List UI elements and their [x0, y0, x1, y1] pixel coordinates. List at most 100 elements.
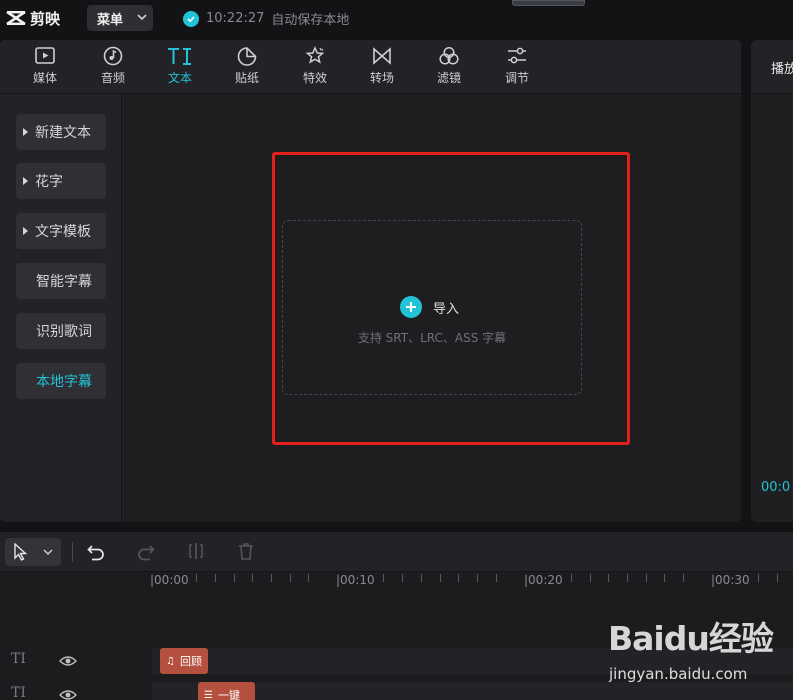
ruler-tick — [777, 574, 778, 582]
ruler-tick — [215, 574, 216, 582]
expand-triangle-icon — [23, 177, 28, 185]
ruler-tick — [196, 574, 197, 582]
ruler-tick — [234, 574, 235, 582]
sidebar-item-new-text[interactable]: 新建文本 — [16, 114, 106, 150]
baidu-jingyan-watermark: Baidu经验 jingyan.baidu.com — [608, 612, 793, 684]
sidebar-item-label: 新建文本 — [35, 125, 91, 141]
subtitle-icon: ☰ — [204, 689, 213, 700]
sidebar-item-label: 智能字幕 — [36, 274, 92, 290]
tab-sticker-label: 贴纸 — [234, 71, 259, 85]
toolbar-divider — [72, 542, 73, 562]
ruler-tick — [627, 574, 628, 582]
text-clip[interactable]: ♫ 回顾 — [160, 648, 208, 674]
ruler-tick — [458, 574, 459, 582]
ruler-tick — [440, 574, 441, 582]
adjust-icon — [508, 47, 526, 64]
media-icon — [35, 47, 55, 64]
ruler-tick — [571, 574, 572, 582]
ruler-tick — [402, 574, 403, 582]
ruler-tick — [608, 574, 609, 582]
sidebar-item-recognize-lyrics[interactable]: 识别歌词 — [16, 313, 106, 349]
menu-button[interactable]: 菜单 — [87, 5, 153, 31]
undo-icon[interactable] — [86, 541, 106, 561]
tab-adjust[interactable]: 调节 — [489, 44, 545, 92]
tab-adjust-label: 调节 — [504, 71, 529, 85]
effects-icon — [305, 46, 325, 64]
tab-audio-label: 音频 — [100, 71, 125, 85]
ruler-tick — [664, 574, 665, 582]
tab-transition[interactable]: 转场 — [354, 44, 410, 92]
transition-icon — [373, 47, 391, 65]
ruler-tick — [496, 574, 497, 582]
player-title: 播放 — [771, 62, 793, 77]
timeline-toolbar — [0, 532, 793, 572]
capcut-logo-icon — [6, 10, 26, 26]
save-text: 自动保存本地 — [271, 13, 350, 28]
sidebar-item-label: 本地字幕 — [36, 374, 92, 390]
text-track-icon: TI — [11, 651, 26, 667]
annotation-highlight-box — [272, 152, 630, 445]
ruler-tick — [421, 574, 422, 582]
eye-icon[interactable] — [59, 654, 77, 668]
sidebar-item-label: 文字模板 — [35, 224, 91, 240]
redo-icon[interactable] — [136, 541, 156, 561]
app-window: 剪映 菜单 10:22:27 自动保存本地 媒体 音频 文本 贴纸 特效 转场 … — [0, 0, 793, 700]
track-header: TI — [0, 648, 150, 674]
preview-thumbnail — [512, 0, 585, 6]
cursor-icon — [14, 543, 28, 561]
music-text-icon: ♫ — [166, 655, 175, 667]
text-sidebar: 新建文本 花字 文字模板 智能字幕 识别歌词 本地字幕 — [0, 94, 122, 522]
ruler-tick — [646, 574, 647, 582]
tab-media[interactable]: 媒体 — [17, 44, 73, 92]
app-name: 剪映 — [30, 9, 61, 28]
clip-label: 一键 — [217, 689, 240, 700]
watermark-url: jingyan.baidu.com — [609, 665, 748, 683]
tab-text[interactable]: 文本 — [152, 44, 208, 92]
ruler-tick — [477, 574, 478, 582]
text-track-icon: TI — [11, 685, 26, 700]
tab-transition-label: 转场 — [369, 71, 394, 85]
ruler-tick — [252, 574, 253, 582]
top-bar: 剪映 菜单 10:22:27 自动保存本地 — [0, 0, 793, 38]
app-logo: 剪映 — [6, 8, 60, 28]
category-tabbar: 媒体 音频 文本 贴纸 特效 转场 滤镜 调节 — [0, 40, 741, 94]
sidebar-item-smart-subtitle[interactable]: 智能字幕 — [16, 263, 106, 299]
ruler-tick — [271, 574, 272, 582]
watermark-brand: Baidu经验 — [608, 619, 774, 658]
delete-icon[interactable] — [236, 541, 256, 561]
autosave-status: 10:22:27 自动保存本地 — [183, 9, 349, 28]
ruler-label: |00:20 — [524, 573, 563, 587]
tab-effects[interactable]: 特效 — [287, 44, 343, 92]
eye-icon[interactable] — [59, 688, 77, 700]
track-header: TI — [0, 682, 150, 700]
clip-label: 回顾 — [179, 655, 202, 668]
ruler-tick — [590, 574, 591, 582]
tab-audio[interactable]: 音频 — [85, 44, 141, 92]
audio-icon — [103, 46, 123, 66]
sidebar-item-label: 花字 — [35, 174, 63, 190]
chevron-down-icon — [137, 14, 147, 21]
ruler-label: |00:10 — [336, 573, 375, 587]
sticker-icon — [237, 47, 257, 66]
tab-sticker[interactable]: 贴纸 — [219, 44, 275, 92]
tab-effects-label: 特效 — [302, 71, 327, 85]
text-clip[interactable]: ☰ 一键 — [198, 682, 255, 700]
select-tool-button[interactable] — [5, 538, 61, 566]
expand-triangle-icon — [23, 227, 28, 235]
tab-filter-label: 滤镜 — [436, 71, 461, 85]
split-icon[interactable] — [186, 541, 206, 561]
ruler-tick — [683, 574, 684, 582]
tab-text-label: 文本 — [167, 71, 192, 85]
player-header: 播放 — [751, 40, 793, 94]
sidebar-item-local-subtitle[interactable]: 本地字幕 — [16, 363, 106, 399]
ruler-tick — [383, 574, 384, 582]
menu-label: 菜单 — [97, 12, 124, 28]
filter-icon — [439, 46, 459, 65]
save-time: 10:22:27 — [206, 11, 265, 26]
tab-filter[interactable]: 滤镜 — [421, 44, 477, 92]
check-icon — [183, 10, 199, 27]
sidebar-item-fancy-text[interactable]: 花字 — [16, 163, 106, 199]
ruler-label: |00:00 — [150, 573, 189, 587]
timeline-ruler[interactable]: |00:00 |00:10 |00:20 |00:30 — [0, 572, 793, 592]
sidebar-item-text-template[interactable]: 文字模板 — [16, 213, 106, 249]
